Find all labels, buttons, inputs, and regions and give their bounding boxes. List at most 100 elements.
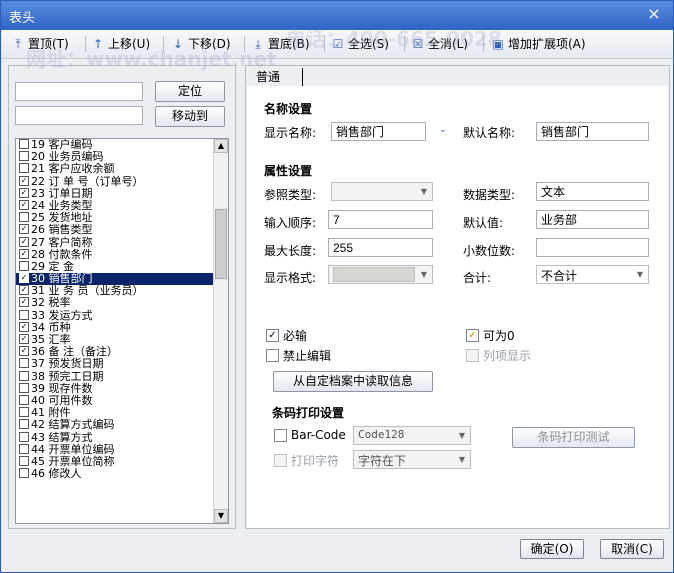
total-select[interactable]: 不合计 ▼: [536, 265, 649, 284]
barcode-print-test-button[interactable]: 条码打印测试: [512, 427, 635, 448]
checkbox-checked-icon[interactable]: ✓: [19, 248, 29, 259]
nullable-checkbox[interactable]: ✓ 可为0: [466, 327, 515, 344]
cancel-button[interactable]: 取消(C): [600, 539, 664, 559]
checkbox-checked-icon[interactable]: ✓: [19, 334, 29, 344]
column-display-checkbox[interactable]: 列项显示: [466, 347, 531, 364]
arrow-down-icon: ↓: [172, 37, 184, 51]
required-label: 必输: [283, 329, 308, 343]
locate-input[interactable]: [15, 82, 143, 101]
checkbox-icon[interactable]: [19, 163, 29, 174]
scroll-down-icon[interactable]: ▼: [214, 509, 228, 523]
checkbox-icon[interactable]: [19, 455, 29, 466]
move-top-button[interactable]: ⤒ 置顶(T): [11, 35, 68, 53]
list-item-label: 29 定 金: [31, 259, 74, 273]
tab-general[interactable]: 普通: [256, 68, 280, 85]
checkbox-checked-icon[interactable]: ✓: [19, 321, 29, 332]
close-icon[interactable]: ×: [645, 5, 663, 23]
ref-type-select[interactable]: ▼: [331, 182, 433, 201]
checkbox-checked-icon[interactable]: ✓: [19, 236, 29, 247]
no-edit-label: 禁止编辑: [283, 349, 332, 363]
data-type-input[interactable]: [536, 182, 649, 201]
move-bottom-button[interactable]: ⤓ 置底(B): [251, 35, 310, 53]
chevron-down-icon[interactable]: ⌄: [439, 125, 447, 135]
checkbox-icon[interactable]: [19, 394, 29, 405]
select-all-label: 全选(S): [348, 37, 389, 51]
list-item-label: 43 结算方式: [31, 430, 93, 444]
checkbox-checked-icon[interactable]: ✓: [19, 175, 29, 186]
print-chars-select[interactable]: 字符在下 ▼: [353, 450, 471, 469]
tab-cursor: [302, 68, 303, 86]
name-settings-title: 名称设置: [264, 102, 313, 116]
decimals-input[interactable]: [536, 238, 649, 257]
add-extension-button[interactable]: ▣ 增加扩展项(A): [491, 35, 585, 53]
checkbox-icon[interactable]: [19, 212, 29, 223]
list-item-label: 23 订单日期: [31, 186, 93, 200]
checkbox-checked-icon[interactable]: ✓: [19, 273, 29, 284]
move-to-input[interactable]: [15, 106, 143, 125]
input-order-input[interactable]: [328, 210, 433, 229]
chevron-down-icon: ▼: [420, 270, 428, 279]
checkbox-checked-icon[interactable]: ✓: [19, 285, 29, 296]
display-format-select[interactable]: ▼: [328, 265, 433, 284]
barcode-checkbox[interactable]: Bar-Code: [274, 428, 346, 442]
checkbox-icon[interactable]: [19, 419, 29, 430]
list-scrollbar[interactable]: ▲ ▼: [213, 139, 228, 523]
attr-settings-title: 属性设置: [264, 164, 313, 178]
move-up-button[interactable]: ↑ 上移(U): [91, 35, 150, 53]
list-item[interactable]: 46 修改人: [16, 467, 213, 480]
chevron-down-icon: ▼: [458, 455, 466, 464]
column-display-label: 列项显示: [483, 349, 532, 363]
move-down-button[interactable]: ↓ 下移(D): [171, 35, 231, 53]
checkbox-checked-icon[interactable]: ✓: [19, 199, 29, 210]
checkbox-icon[interactable]: [19, 309, 29, 320]
barcode-type-value: Code128: [358, 428, 405, 441]
checkbox-checked-icon: ✓: [266, 329, 279, 342]
checkbox-icon[interactable]: [19, 382, 29, 393]
toolbar-divider: [324, 36, 325, 52]
clear-all-button[interactable]: ☒ 全消(L): [411, 35, 468, 53]
checkbox-icon[interactable]: [19, 151, 29, 162]
checkbox-icon[interactable]: [19, 358, 29, 369]
max-length-input[interactable]: [328, 238, 433, 257]
move-bottom-label: 置底(B): [268, 37, 310, 51]
move-up-label: 上移(U): [108, 37, 151, 51]
checkbox-icon[interactable]: [19, 260, 29, 271]
default-name-label: 默认名称:: [463, 126, 516, 140]
barcode-label: Bar-Code: [291, 428, 346, 442]
checkbox-icon[interactable]: [19, 468, 29, 479]
required-checkbox[interactable]: ✓ 必输: [266, 327, 307, 344]
display-format-field: [333, 267, 415, 282]
checkbox-checked-icon[interactable]: ✓: [19, 187, 29, 198]
checkbox-icon: [266, 349, 279, 362]
field-list[interactable]: 19 客户编码 20 业务员编码 21 客户应收余额 ✓ 22 订 单 号（订单号） ✓ 2…: [15, 138, 229, 524]
checkbox-icon[interactable]: [19, 443, 29, 454]
list-item-label: 37 预发货日期: [31, 357, 104, 371]
locate-button[interactable]: 定位: [155, 81, 225, 102]
ok-button[interactable]: 确定(O): [520, 539, 584, 559]
default-value-input[interactable]: [536, 210, 649, 229]
select-all-button[interactable]: ☑ 全选(S): [331, 35, 389, 53]
checkbox-icon[interactable]: [19, 431, 29, 442]
dialog-window: 表头 × ⤒ 置顶(T) ↑ 上移(U) ↓ 下移(D) ⤓ 置底(B) ☑ 全选(S) …: [0, 0, 674, 573]
no-edit-checkbox[interactable]: 禁止编辑: [266, 347, 331, 364]
checkbox-icon[interactable]: [19, 139, 29, 149]
scroll-thumb[interactable]: [215, 209, 227, 279]
checkbox-icon[interactable]: [19, 370, 29, 381]
display-name-input[interactable]: [331, 122, 426, 141]
list-item-label: 39 现存件数: [31, 381, 93, 395]
scroll-up-icon[interactable]: ▲: [214, 139, 228, 153]
checkbox-checked-icon[interactable]: ✓: [19, 224, 29, 235]
print-chars-checkbox[interactable]: 打印字符: [274, 452, 339, 469]
arrow-up-icon: ↑: [92, 37, 104, 51]
checkbox-checked-icon: ✓: [466, 329, 479, 342]
checkbox-checked-icon[interactable]: ✓: [19, 297, 29, 308]
toolbar-divider: [483, 36, 484, 52]
move-to-button[interactable]: 移动到: [155, 106, 225, 127]
barcode-type-select[interactable]: Code128 ▼: [353, 426, 471, 445]
read-from-archive-button[interactable]: 从自定档案中读取信息: [273, 371, 433, 392]
checkbox-icon[interactable]: [19, 407, 29, 418]
default-name-input[interactable]: [536, 122, 649, 141]
checkbox-checked-icon[interactable]: ✓: [19, 346, 29, 357]
list-item-label: 33 发运方式: [31, 308, 93, 322]
select-all-icon: ☑: [332, 37, 344, 51]
